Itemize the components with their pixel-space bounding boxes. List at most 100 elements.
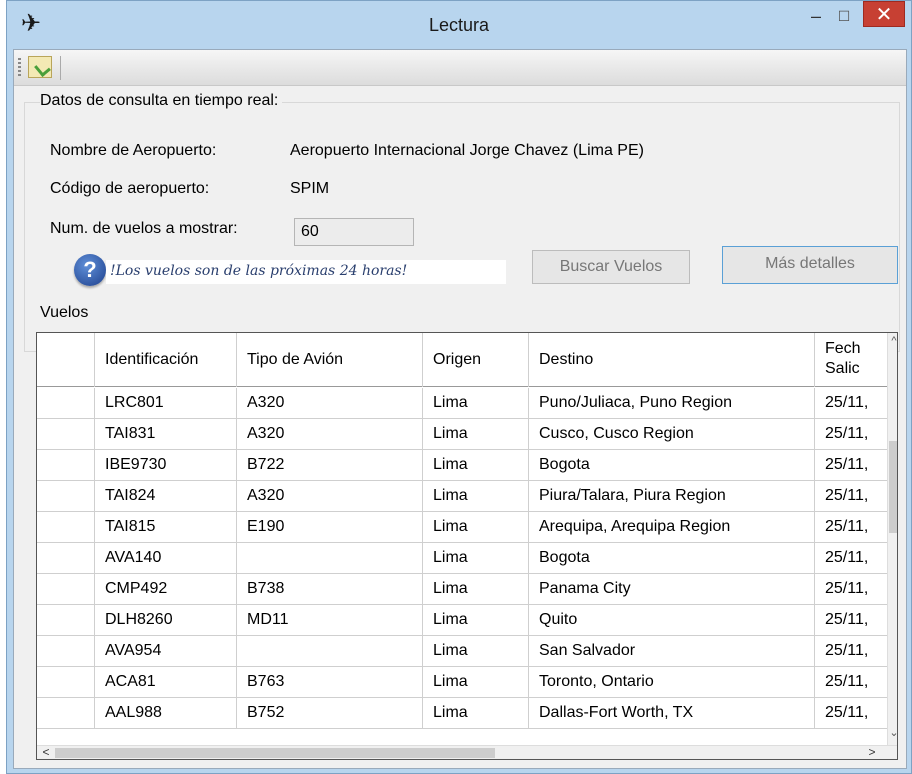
cell-destino[interactable]: Arequipa, Arequipa Region — [529, 512, 815, 543]
cell-destino[interactable]: Bogota — [529, 450, 815, 481]
cell-identificacion[interactable]: IBE9730 — [95, 450, 237, 481]
column-header-origen[interactable]: Origen — [423, 333, 529, 387]
close-button[interactable]: ✕ — [863, 1, 905, 27]
cell-origen[interactable]: Lima — [423, 481, 529, 512]
row-selector[interactable] — [37, 481, 95, 512]
cell-origen[interactable]: Lima — [423, 388, 529, 419]
cell-tipo-avion[interactable]: B738 — [237, 574, 423, 605]
table-row[interactable]: AAL988 B752 Lima Dallas-Fort Worth, TX 25/11… — [37, 698, 887, 729]
cell-destino[interactable]: Dallas-Fort Worth, TX — [529, 698, 815, 729]
cell-fecha-salida[interactable]: 25/11, — [815, 481, 887, 512]
cell-tipo-avion[interactable]: A320 — [237, 419, 423, 450]
table-row[interactable]: AVA140 Lima Bogota 25/11, — [37, 543, 887, 574]
table-row[interactable]: TAI815 E190 Lima Arequipa, Arequipa Region 2… — [37, 512, 887, 543]
search-flights-button[interactable]: Buscar Vuelos — [532, 250, 690, 284]
more-details-button[interactable]: Más detalles — [722, 246, 898, 284]
cell-origen[interactable]: Lima — [423, 512, 529, 543]
cell-destino[interactable]: Panama City — [529, 574, 815, 605]
cell-identificacion[interactable]: TAI815 — [95, 512, 237, 543]
cell-destino[interactable]: Puno/Juliaca, Puno Region — [529, 388, 815, 419]
cell-fecha-salida[interactable]: 25/11, — [815, 543, 887, 574]
table-row[interactable]: DLH8260 MD11 Lima Quito 25/11, — [37, 605, 887, 636]
cell-identificacion[interactable]: CMP492 — [95, 574, 237, 605]
horizontal-scrollbar[interactable]: < > — [37, 745, 897, 759]
cell-tipo-avion[interactable]: B722 — [237, 450, 423, 481]
table-row[interactable]: TAI831 A320 Lima Cusco, Cusco Region 25/11, — [37, 419, 887, 450]
cell-fecha-salida[interactable]: 25/11, — [815, 698, 887, 729]
cell-tipo-avion[interactable]: A320 — [237, 481, 423, 512]
cell-fecha-salida[interactable]: 25/11, — [815, 636, 887, 667]
cell-origen[interactable]: Lima — [423, 698, 529, 729]
cell-destino[interactable]: Piura/Talara, Piura Region — [529, 481, 815, 512]
num-flights-input[interactable]: 60 — [294, 218, 414, 246]
horizontal-scroll-thumb[interactable] — [55, 748, 495, 758]
cell-tipo-avion[interactable] — [237, 636, 423, 667]
cell-fecha-salida[interactable]: 25/11, — [815, 512, 887, 543]
cell-fecha-salida[interactable]: 25/11, — [815, 574, 887, 605]
table-row[interactable]: TAI824 A320 Lima Piura/Talara, Piura Region… — [37, 481, 887, 512]
cell-destino[interactable]: San Salvador — [529, 636, 815, 667]
cell-fecha-salida[interactable]: 25/11, — [815, 667, 887, 698]
cell-destino[interactable]: Quito — [529, 605, 815, 636]
row-selector[interactable] — [37, 543, 95, 574]
cell-destino[interactable]: Cusco, Cusco Region — [529, 419, 815, 450]
row-selector[interactable] — [37, 636, 95, 667]
cell-identificacion[interactable]: ACA81 — [95, 667, 237, 698]
cell-origen[interactable]: Lima — [423, 574, 529, 605]
cell-identificacion[interactable]: AVA954 — [95, 636, 237, 667]
maximize-button[interactable]: ☐ — [829, 5, 859, 27]
cell-origen[interactable]: Lima — [423, 636, 529, 667]
row-selector[interactable] — [37, 450, 95, 481]
column-header-identificacion[interactable]: Identificación — [95, 333, 237, 387]
row-selector[interactable] — [37, 667, 95, 698]
vertical-scroll-thumb[interactable] — [889, 441, 897, 533]
row-selector[interactable] — [37, 698, 95, 729]
table-row[interactable]: ACA81 B763 Lima Toronto, Ontario 25/11, — [37, 667, 887, 698]
cell-tipo-avion[interactable]: E190 — [237, 512, 423, 543]
cell-origen[interactable]: Lima — [423, 419, 529, 450]
cell-destino[interactable]: Toronto, Ontario — [529, 667, 815, 698]
cell-identificacion[interactable]: AVA140 — [95, 543, 237, 574]
column-header-tipo-avion[interactable]: Tipo de Avión — [237, 333, 423, 387]
cell-tipo-avion[interactable]: MD11 — [237, 605, 423, 636]
cell-identificacion[interactable]: DLH8260 — [95, 605, 237, 636]
cell-tipo-avion[interactable] — [237, 543, 423, 574]
flights-grid[interactable]: Identificación Tipo de Avión Origen Dest… — [36, 332, 898, 760]
cell-fecha-salida[interactable]: 25/11, — [815, 419, 887, 450]
row-selector[interactable] — [37, 574, 95, 605]
cell-tipo-avion[interactable]: A320 — [237, 388, 423, 419]
title-bar[interactable]: ✈ Lectura – ☐ ✕ — [7, 1, 911, 49]
column-header-destino[interactable]: Destino — [529, 333, 815, 387]
edit-save-icon[interactable] — [28, 56, 52, 78]
minimize-button[interactable]: – — [801, 5, 831, 27]
scroll-left-arrow-icon[interactable]: < — [39, 746, 53, 759]
table-row[interactable]: LRC801 A320 Lima Puno/Juliaca, Puno Region 2… — [37, 388, 887, 419]
column-header-fecha-salida[interactable]: Fech Salic — [815, 333, 887, 387]
cell-destino[interactable]: Bogota — [529, 543, 815, 574]
cell-tipo-avion[interactable]: B763 — [237, 667, 423, 698]
cell-tipo-avion[interactable]: B752 — [237, 698, 423, 729]
cell-fecha-salida[interactable]: 25/11, — [815, 388, 887, 419]
cell-identificacion[interactable]: TAI831 — [95, 419, 237, 450]
cell-origen[interactable]: Lima — [423, 667, 529, 698]
cell-identificacion[interactable]: LRC801 — [95, 388, 237, 419]
cell-fecha-salida[interactable]: 25/11, — [815, 450, 887, 481]
cell-fecha-salida[interactable]: 25/11, — [815, 605, 887, 636]
vertical-scrollbar[interactable]: ^ ⌄ — [887, 333, 897, 747]
scroll-right-arrow-icon[interactable]: > — [865, 746, 879, 759]
cell-origen[interactable]: Lima — [423, 605, 529, 636]
table-row[interactable]: IBE9730 B722 Lima Bogota 25/11, — [37, 450, 887, 481]
cell-origen[interactable]: Lima — [423, 543, 529, 574]
scroll-up-arrow-icon[interactable]: ^ — [888, 333, 897, 349]
cell-identificacion[interactable]: AAL988 — [95, 698, 237, 729]
table-row[interactable]: AVA954 Lima San Salvador 25/11, — [37, 636, 887, 667]
row-selector[interactable] — [37, 419, 95, 450]
cell-identificacion[interactable]: TAI824 — [95, 481, 237, 512]
row-selector[interactable] — [37, 512, 95, 543]
scroll-down-arrow-icon[interactable]: ⌄ — [888, 725, 897, 741]
table-row[interactable]: CMP492 B738 Lima Panama City 25/11, — [37, 574, 887, 605]
cell-origen[interactable]: Lima — [423, 450, 529, 481]
row-selector[interactable] — [37, 605, 95, 636]
row-selector[interactable] — [37, 388, 95, 419]
toolbar-grip-icon[interactable] — [18, 58, 21, 78]
